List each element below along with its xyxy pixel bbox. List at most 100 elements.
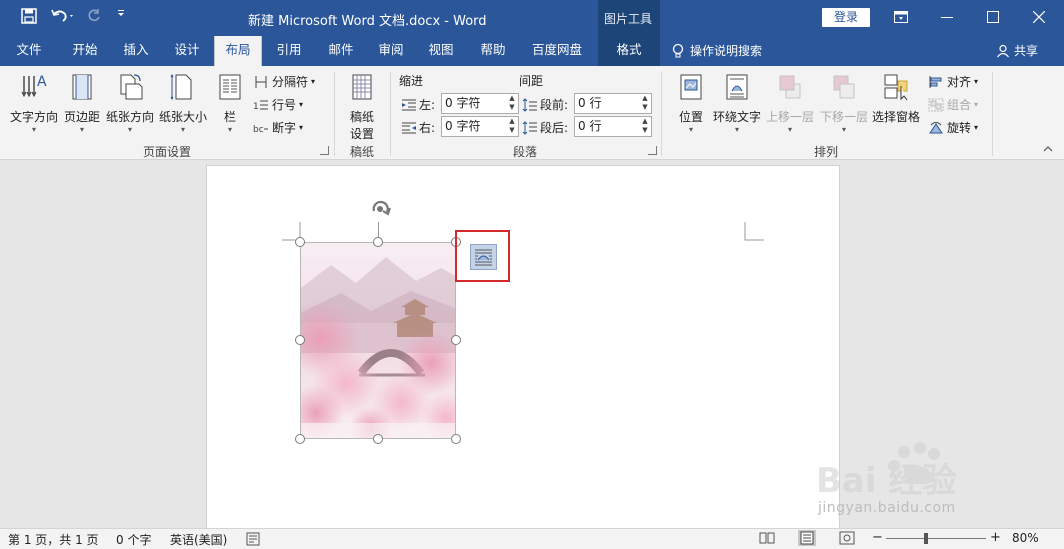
close-icon[interactable] [1024,6,1054,28]
manuscript-settings-button[interactable]: 稿纸 设置 [344,72,380,142]
print-layout-icon[interactable] [798,530,816,546]
columns-label: 栏 [223,110,236,124]
tab-file[interactable]: 文件 [8,36,50,66]
indent-left-spinner-arrows[interactable]: ▲ ▼ [506,94,518,113]
resize-handle-bottom-right[interactable] [451,434,461,444]
read-mode-icon[interactable] [758,530,776,546]
tab-layout[interactable]: 布局 [214,36,262,66]
spacing-after-field[interactable]: 0 行 ▲ ▼ [574,116,652,137]
login-button[interactable]: 登录 [822,8,870,27]
resize-handle-top-left[interactable] [295,237,305,247]
indent-left-field[interactable]: 0 字符 ▲ ▼ [441,93,519,114]
rotate-label: 旋转 [947,121,972,135]
tab-review[interactable]: 审阅 [370,36,412,66]
align-label: 对齐 [947,75,972,89]
arrange-group-label: 排列 [813,145,838,159]
share-label: 共享 [1014,44,1039,58]
zoom-level[interactable]: 80% [1012,531,1039,545]
send-backward-button[interactable]: 下移一层 ▾ [818,72,870,135]
tab-mailings[interactable]: 邮件 [320,36,362,66]
breaks-button[interactable]: 分隔符 ▾ [253,73,315,90]
breaks-label: 分隔符 [272,75,309,89]
indent-right-icon [402,122,416,133]
rotate-handle-icon[interactable] [367,197,395,221]
tell-me-search[interactable]: 操作说明搜索 [672,36,762,66]
tab-view[interactable]: 视图 [420,36,462,66]
send-backward-label: 下移一层 [819,110,868,124]
resize-handle-top[interactable] [373,237,383,247]
svg-text:A: A [37,74,47,90]
indent-left-label: 左: [401,96,435,113]
tab-design[interactable]: 设计 [166,36,208,66]
rotate-icon [929,121,943,133]
language-status[interactable]: 英语(美国) [170,531,227,548]
wrap-text-icon [726,74,748,100]
position-label: 位置 [678,110,703,124]
position-button[interactable]: 位置 ▾ [674,72,708,135]
bring-forward-icon [779,75,801,99]
share-button[interactable]: 共享 [996,36,1038,66]
collapse-ribbon-icon[interactable] [1043,145,1053,156]
resize-handle-left[interactable] [295,335,305,345]
margins-button[interactable]: 页边距 ▾ [62,72,102,135]
wrap-text-button[interactable]: 环绕文字 ▾ [712,72,762,135]
spacing-before-field[interactable]: 0 行 ▲ ▼ [574,93,652,114]
customize-quick-access-icon[interactable] [114,8,128,18]
ribbon-display-options-icon[interactable] [886,6,916,28]
resize-handle-bottom-left[interactable] [295,434,305,444]
paper-size-icon [170,73,192,101]
text-direction-button[interactable]: A 文字方向 ▾ [8,72,60,135]
selected-picture[interactable] [300,242,456,439]
redo-icon[interactable] [84,8,104,24]
zoom-out-button[interactable]: − [872,530,883,545]
bring-forward-button[interactable]: 上移一层 ▾ [764,72,816,135]
page-count-status[interactable]: 第 1 页，共 1 页 [8,531,99,548]
svg-text:1: 1 [253,102,259,112]
word-count-status[interactable]: 0 个字 [116,531,151,548]
orientation-button[interactable]: 纸张方向 ▾ [104,72,156,135]
maximize-icon[interactable] [978,6,1008,28]
send-backward-icon [833,75,855,99]
zoom-in-button[interactable]: + [990,530,1001,545]
group-objects-icon [928,98,944,111]
resize-handle-right[interactable] [451,335,461,345]
paragraph-launcher-icon[interactable] [648,146,657,155]
tab-references[interactable]: 引用 [268,36,310,66]
tab-insert[interactable]: 插入 [114,36,158,66]
spacing-after-label: 段后: [522,119,568,136]
size-button[interactable]: 纸张大小 ▾ [158,72,208,135]
ribbon-separator [390,72,391,156]
group-objects-button[interactable]: 组合 ▾ [928,96,978,113]
resize-handle-bottom[interactable] [373,434,383,444]
tab-help[interactable]: 帮助 [472,36,514,66]
selection-pane-icon [884,74,908,101]
tab-picture-format[interactable]: 格式 [598,36,660,66]
spacing-title: 间距 [519,74,544,88]
tab-home[interactable]: 开始 [62,36,108,66]
page-setup-launcher-icon[interactable] [320,146,329,155]
indent-right-spinner-arrows[interactable]: ▲ ▼ [506,117,518,136]
columns-button[interactable]: 栏 ▾ [214,72,246,135]
save-icon[interactable] [18,8,40,24]
web-layout-icon[interactable] [838,530,856,546]
person-icon [997,44,1009,58]
line-numbers-button[interactable]: 1 行号 ▾ [253,96,303,113]
hyphenation-label: 断字 [272,121,297,135]
zoom-slider-thumb[interactable] [924,533,928,544]
align-button[interactable]: 对齐 ▾ [928,73,978,90]
macro-recording-icon[interactable] [246,532,260,546]
selection-pane-button[interactable]: 选择窗格 [870,72,922,125]
spacing-before-spinner-arrows[interactable]: ▲ ▼ [639,94,651,113]
highlight-box [455,230,510,282]
hyphenation-button[interactable]: bc 断字 ▾ [253,119,303,136]
spacing-after-spinner-arrows[interactable]: ▲ ▼ [639,117,651,136]
minimize-icon[interactable] [932,6,962,28]
manuscript-group-label: 稿纸 [349,145,374,159]
undo-icon[interactable] [48,8,78,24]
tab-baidu-netdisk[interactable]: 百度网盘 [524,36,590,66]
indent-right-field[interactable]: 0 字符 ▲ ▼ [441,116,519,137]
rotate-button[interactable]: 旋转 ▾ [928,119,978,136]
spacing-before-label: 段前: [522,96,568,113]
zoom-slider[interactable] [886,538,986,539]
align-icon [929,75,942,88]
